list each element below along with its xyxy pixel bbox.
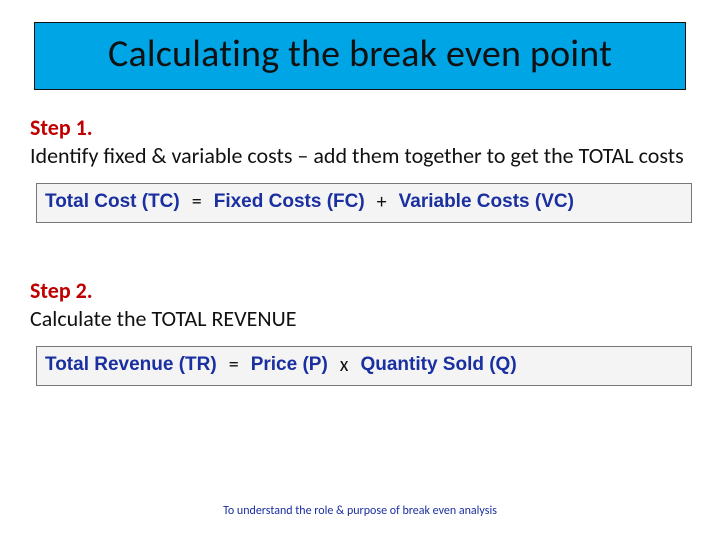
- formula-2: Total Revenue (TR) = Price (P) x Quantit…: [36, 346, 692, 386]
- formula-2-rhs1: Price (P): [251, 354, 328, 376]
- formula-1-lhs: Total Cost (TC): [45, 191, 180, 213]
- spacer: [30, 229, 690, 277]
- page-title: Calculating the break even point: [55, 31, 665, 77]
- title-box: Calculating the break even point: [34, 22, 686, 90]
- formula-1: Total Cost (TC) = Fixed Costs (FC) + Var…: [36, 183, 692, 223]
- step-1: Step 1. Identify fixed & variable costs …: [30, 114, 690, 223]
- plus-icon: +: [375, 190, 389, 214]
- step-1-label: Step 1.: [30, 114, 93, 141]
- slide: Calculating the break even point Step 1.…: [0, 0, 720, 540]
- formula-2-lhs: Total Revenue (TR): [45, 354, 217, 376]
- formula-2-rhs2: Quantity Sold (Q): [360, 354, 516, 376]
- step-2-desc: Calculate the TOTAL REVENUE: [30, 305, 690, 333]
- content: Step 1. Identify fixed & variable costs …: [28, 114, 692, 386]
- step-2: Step 2. Calculate the TOTAL REVENUE Tota…: [30, 277, 690, 386]
- formula-1-rhs2: Variable Costs (VC): [399, 191, 574, 213]
- footer-note: To understand the role & purpose of brea…: [0, 504, 720, 518]
- multiply-icon: x: [338, 353, 351, 377]
- equals-icon: =: [227, 353, 241, 377]
- equals-icon: =: [190, 190, 204, 214]
- step-1-desc: Identify fixed & variable costs – add th…: [30, 142, 690, 170]
- step-2-label: Step 2.: [30, 277, 93, 304]
- formula-1-rhs1: Fixed Costs (FC): [214, 191, 365, 213]
